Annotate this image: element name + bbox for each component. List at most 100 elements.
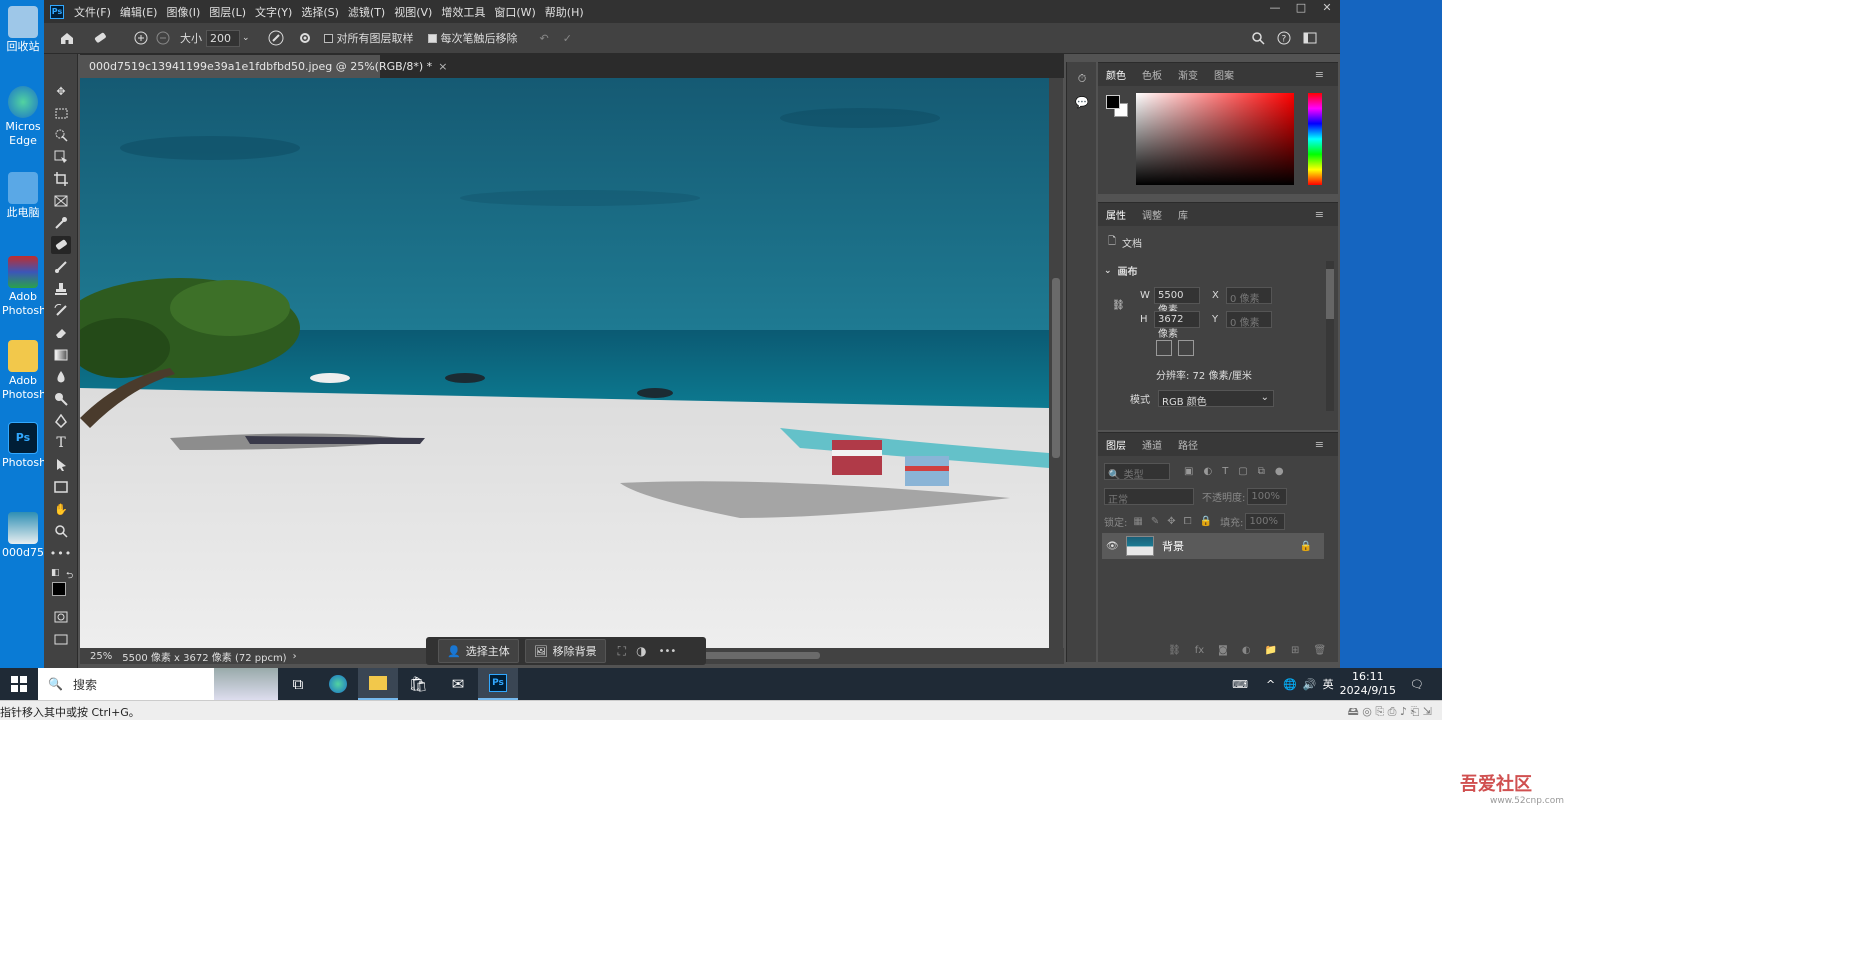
filter-pixel-icon[interactable]: ▣	[1184, 466, 1193, 477]
blend-mode-select[interactable]: 正常	[1104, 488, 1194, 506]
tab-properties[interactable]: 属性	[1098, 207, 1134, 222]
filter-smart-icon[interactable]: ⧉	[1258, 466, 1265, 477]
taskbar-search[interactable]: 🔍 搜索	[38, 668, 214, 700]
tab-paths[interactable]: 路径	[1170, 437, 1206, 452]
object-select-tool-icon[interactable]	[51, 148, 71, 166]
y-field[interactable]: 0 像素	[1226, 311, 1272, 329]
desktop-icon-edge[interactable]: Micros Edge	[2, 86, 44, 148]
menu-file[interactable]: 文件(F)	[74, 4, 111, 20]
start-button[interactable]	[0, 668, 38, 700]
quick-mask-icon[interactable]	[51, 608, 71, 626]
edge-icon[interactable]	[318, 668, 358, 700]
x-field[interactable]: 0 像素	[1226, 287, 1272, 305]
eyedropper-tool-icon[interactable]	[51, 214, 71, 232]
hue-slider[interactable]	[1308, 93, 1322, 185]
color-picker-field[interactable]	[1136, 93, 1294, 185]
keyboard-icon[interactable]: ⌨	[1232, 678, 1248, 691]
photoshop-logo-icon[interactable]: Ps	[50, 4, 64, 19]
menu-layer[interactable]: 图层(L)	[209, 4, 246, 20]
minimize-button[interactable]: —	[1262, 0, 1288, 16]
brush-tool-icon[interactable]	[51, 258, 71, 276]
crop-tool-icon[interactable]	[51, 170, 71, 188]
new-layer-icon[interactable]: ⊞	[1291, 645, 1299, 656]
add-mask-icon[interactable]: ◙	[1218, 645, 1228, 656]
menu-image[interactable]: 图像(I)	[166, 4, 200, 20]
fx-icon[interactable]: fx	[1195, 645, 1204, 656]
history-icon[interactable]: ⏱	[1074, 72, 1090, 86]
desktop-icon-folder[interactable]: Adob Photosh	[2, 340, 46, 402]
spot-healing-brush-tool-icon[interactable]	[51, 236, 71, 254]
menu-select[interactable]: 选择(S)	[301, 4, 339, 20]
comments-icon[interactable]: 💬	[1074, 96, 1090, 110]
adjust-icon[interactable]: ◑	[636, 644, 646, 658]
default-colors-icon[interactable]: ◧	[51, 568, 60, 578]
tab-swatches[interactable]: 色板	[1134, 67, 1170, 82]
canvas-section-header[interactable]: ⌄ 画布	[1104, 263, 1138, 279]
eye-visibility-icon[interactable]: 👁	[1106, 541, 1120, 552]
task-view-icon[interactable]: ⧉	[278, 668, 318, 700]
remove-after-stroke-checkbox[interactable]: 每次笔触后移除	[427, 30, 518, 46]
layer-filter-select[interactable]: 🔍 类型	[1104, 463, 1170, 481]
store-icon[interactable]: 🛍	[398, 668, 438, 700]
height-field[interactable]: 3672 像素	[1154, 311, 1200, 340]
commit-check-icon[interactable]: ✓	[563, 32, 572, 45]
remove-background-button[interactable]: 🖼 移除背景	[524, 639, 606, 663]
tab-adjustments[interactable]: 调整	[1134, 207, 1170, 222]
tab-channels[interactable]: 通道	[1134, 437, 1170, 452]
desktop-icon-this-pc[interactable]: 此电脑	[2, 172, 44, 220]
desktop-icon-photoshop[interactable]: Ps Photosh	[2, 422, 46, 470]
type-tool-icon[interactable]: T	[51, 434, 71, 452]
hand-tool-icon[interactable]: ✋	[51, 500, 71, 518]
add-mode-icon[interactable]	[134, 31, 148, 45]
scroll-thumb[interactable]	[1326, 269, 1334, 319]
desktop-icon-winrar[interactable]: Adob Photosh	[2, 256, 46, 318]
panel-menu-icon[interactable]: ≡	[1307, 208, 1332, 221]
lock-all-icon[interactable]: 🔒	[1200, 516, 1212, 527]
move-tool-icon[interactable]: ✥	[51, 82, 71, 100]
undo-icon[interactable]: ↶	[540, 32, 549, 45]
ime-indicator[interactable]: 英	[1323, 676, 1334, 692]
spot-healing-tool-preset-icon[interactable]	[92, 31, 108, 45]
panel-menu-icon[interactable]: ≡	[1307, 68, 1332, 81]
pressure-icon[interactable]	[268, 30, 284, 46]
mail-icon[interactable]: ✉	[438, 668, 478, 700]
clone-stamp-tool-icon[interactable]	[51, 280, 71, 298]
document-tab[interactable]: 000d7519c13941199e39a1e1fdbfbd50.jpeg @ …	[80, 55, 447, 78]
select-subject-button[interactable]: 👤 选择主体	[438, 639, 519, 663]
quick-select-tool-icon[interactable]	[51, 126, 71, 144]
menu-window[interactable]: 窗口(W)	[494, 4, 535, 20]
properties-scrollbar[interactable]	[1326, 261, 1334, 411]
maximize-button[interactable]: □	[1288, 0, 1314, 16]
tab-libraries[interactable]: 库	[1170, 207, 1196, 222]
search-highlight-image[interactable]	[214, 668, 278, 700]
opacity-field[interactable]: 100%	[1247, 488, 1288, 505]
screen-mode-icon[interactable]	[51, 630, 71, 648]
rectangle-tool-icon[interactable]	[51, 478, 71, 496]
filter-toggle-icon[interactable]: ●	[1275, 466, 1284, 477]
lock-artboard-icon[interactable]: ⧠	[1184, 516, 1192, 527]
link-icon[interactable]: ⛓	[1112, 300, 1125, 311]
frame-tool-icon[interactable]	[51, 192, 71, 210]
portrait-orientation-icon[interactable]	[1156, 340, 1172, 356]
close-button[interactable]: ✕	[1314, 0, 1340, 16]
home-icon[interactable]	[60, 32, 74, 45]
desktop-icon-image[interactable]: 000d75	[2, 512, 44, 560]
scroll-thumb[interactable]	[1052, 278, 1060, 458]
notification-icon[interactable]: 🗨	[1410, 678, 1424, 691]
foreground-color-swatch[interactable]	[52, 582, 66, 596]
delete-layer-icon[interactable]: 🗑	[1313, 645, 1326, 656]
transform-icon[interactable]: ⛶	[618, 644, 626, 659]
eraser-tool-icon[interactable]	[51, 324, 71, 342]
file-explorer-icon[interactable]	[358, 668, 398, 700]
chevron-down-icon[interactable]: ⌄	[242, 33, 250, 43]
path-select-tool-icon[interactable]	[51, 456, 71, 474]
panel-menu-icon[interactable]: ≡	[1307, 438, 1332, 451]
zoom-tool-icon[interactable]	[51, 522, 71, 540]
menu-help[interactable]: 帮助(H)	[545, 4, 584, 20]
new-group-icon[interactable]: 📁	[1265, 645, 1277, 656]
help-icon[interactable]: ?	[1277, 31, 1291, 45]
tab-layers[interactable]: 图层	[1098, 437, 1134, 452]
clock[interactable]: 16:11 2024/9/15	[1340, 670, 1396, 698]
menu-plugins[interactable]: 增效工具	[441, 4, 485, 20]
filter-type-icon[interactable]: T	[1222, 466, 1228, 477]
